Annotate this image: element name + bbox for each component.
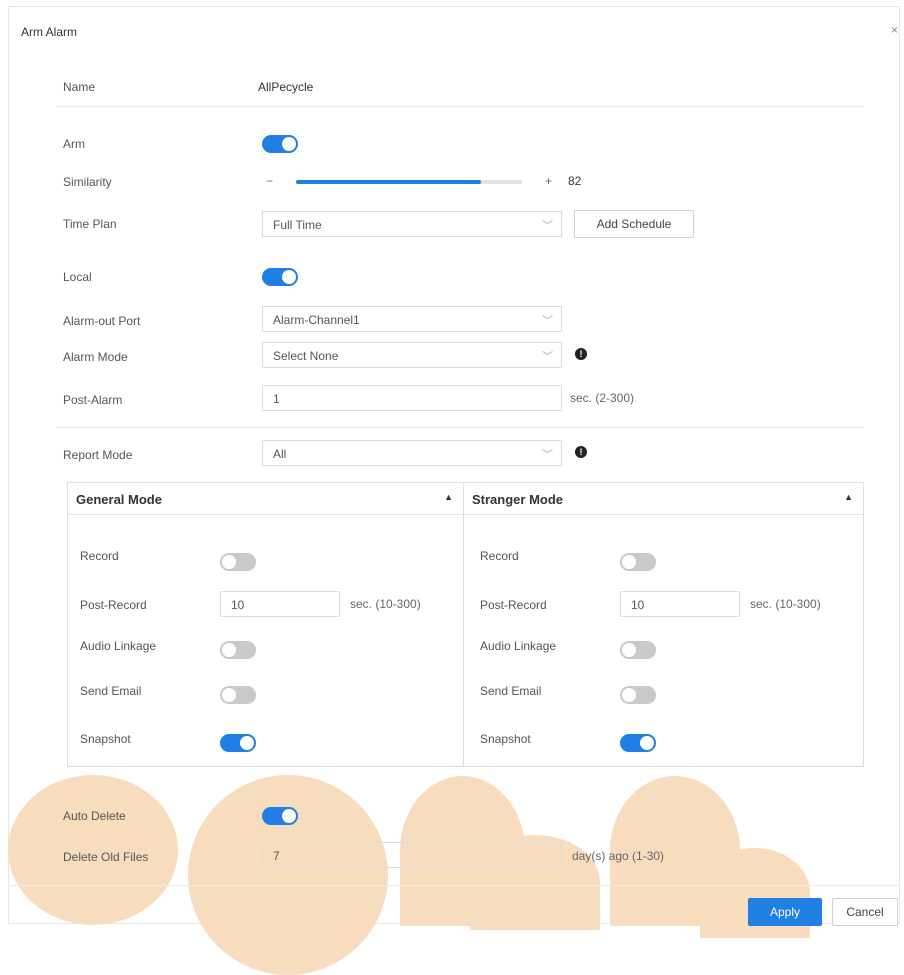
report-mode-label: Report Mode xyxy=(63,448,133,462)
time-plan-value: Full Time xyxy=(273,218,322,232)
name-value: AllPecycle xyxy=(258,80,314,94)
report-mode-value: All xyxy=(273,447,287,461)
record-toggle[interactable] xyxy=(220,553,256,571)
cancel-button[interactable]: Cancel xyxy=(832,898,898,926)
chevron-down-icon: ﹀ xyxy=(542,220,553,232)
send-email-toggle[interactable] xyxy=(620,686,656,704)
chevron-down-icon: ﹀ xyxy=(542,351,553,363)
close-icon[interactable]: × xyxy=(891,23,899,37)
general-mode-header[interactable]: General Mode ▲ xyxy=(68,483,463,515)
alarm-out-port-select[interactable]: Alarm-Channel1 ﹀ xyxy=(262,306,562,332)
time-plan-select[interactable]: Full Time ﹀ xyxy=(262,211,562,237)
post-alarm-label: Post-Alarm xyxy=(63,393,123,407)
post-record-label: Post-Record xyxy=(80,598,147,612)
alarm-mode-select[interactable]: Select None ﹀ xyxy=(262,342,562,368)
audio-linkage-label: Audio Linkage xyxy=(480,639,557,653)
send-email-label: Send Email xyxy=(480,684,542,698)
time-plan-label: Time Plan xyxy=(63,217,117,231)
post-alarm-input[interactable]: 1 xyxy=(262,385,562,411)
plus-icon[interactable]: + xyxy=(545,174,552,188)
record-label: Record xyxy=(480,549,519,563)
snapshot-toggle[interactable] xyxy=(220,734,256,752)
send-email-toggle[interactable] xyxy=(220,686,256,704)
alarm-out-port-value: Alarm-Channel1 xyxy=(273,313,360,327)
snapshot-label: Snapshot xyxy=(80,732,131,746)
general-mode-panel: General Mode ▲ Record Post-Record 10 sec… xyxy=(67,482,464,767)
info-icon[interactable]: ! xyxy=(575,348,587,360)
alarm-mode-value: Select None xyxy=(273,349,339,363)
post-alarm-unit: sec. (2-300) xyxy=(570,391,635,405)
audio-linkage-toggle[interactable] xyxy=(220,641,256,659)
post-record-label: Post-Record xyxy=(480,598,547,612)
similarity-slider-fill xyxy=(296,180,482,184)
post-record-unit: sec. (10-300) xyxy=(350,597,421,611)
info-icon[interactable]: ! xyxy=(575,446,587,458)
record-toggle[interactable] xyxy=(620,553,656,571)
post-record-input[interactable]: 10 xyxy=(620,591,740,617)
audio-linkage-label: Audio Linkage xyxy=(80,639,157,653)
report-mode-select[interactable]: All ﹀ xyxy=(262,440,562,466)
stranger-mode-panel: Stranger Mode ▲ Record Post-Record 10 se… xyxy=(463,482,864,767)
similarity-slider[interactable] xyxy=(296,180,522,184)
collapse-caret-icon[interactable]: ▲ xyxy=(444,492,453,502)
delete-old-files-input[interactable]: 7 xyxy=(262,842,562,868)
collapse-caret-icon[interactable]: ▲ xyxy=(844,492,853,502)
post-record-input[interactable]: 10 xyxy=(220,591,340,617)
auto-delete-toggle[interactable] xyxy=(262,807,298,825)
post-record-unit: sec. (10-300) xyxy=(750,597,821,611)
alarm-mode-label: Alarm Mode xyxy=(63,350,128,364)
chevron-down-icon: ﹀ xyxy=(542,315,553,327)
add-schedule-button[interactable]: Add Schedule xyxy=(574,210,694,238)
delete-old-files-label: Delete Old Files xyxy=(63,850,149,864)
divider xyxy=(56,106,864,107)
auto-delete-label: Auto Delete xyxy=(63,809,126,823)
similarity-label: Similarity xyxy=(63,175,112,189)
snapshot-label: Snapshot xyxy=(480,732,531,746)
overlay-blob xyxy=(188,775,388,975)
stranger-mode-header[interactable]: Stranger Mode ▲ xyxy=(464,483,863,515)
general-mode-title: General Mode xyxy=(76,492,162,507)
stranger-mode-title: Stranger Mode xyxy=(472,492,564,507)
divider xyxy=(56,427,864,428)
local-toggle[interactable] xyxy=(262,268,298,286)
send-email-label: Send Email xyxy=(80,684,142,698)
footer-divider xyxy=(8,885,900,886)
local-label: Local xyxy=(63,270,92,284)
minus-icon[interactable]: − xyxy=(266,174,273,188)
delete-old-files-unit: day(s) ago (1-30) xyxy=(572,849,665,863)
alarm-out-port-label: Alarm-out Port xyxy=(63,314,141,328)
chevron-down-icon: ﹀ xyxy=(542,449,553,461)
arm-toggle[interactable] xyxy=(262,135,298,153)
arm-label: Arm xyxy=(63,137,85,151)
apply-button[interactable]: Apply xyxy=(748,898,822,926)
snapshot-toggle[interactable] xyxy=(620,734,656,752)
similarity-value: 82 xyxy=(568,174,582,188)
record-label: Record xyxy=(80,549,119,563)
dialog-title: Arm Alarm xyxy=(21,25,78,39)
audio-linkage-toggle[interactable] xyxy=(620,641,656,659)
name-label: Name xyxy=(63,80,96,94)
